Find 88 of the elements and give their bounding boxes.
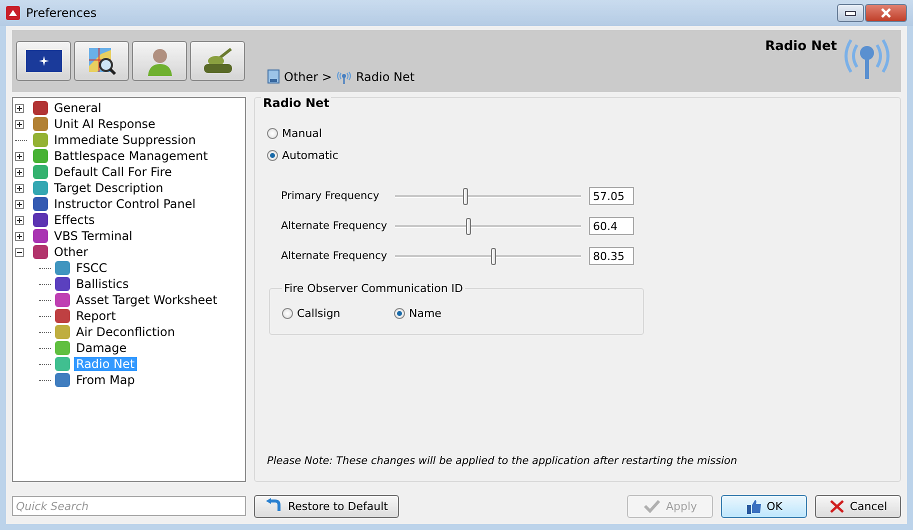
close-button[interactable] xyxy=(865,4,907,22)
tree-item-icon xyxy=(33,101,48,115)
value-field[interactable]: 57.05 xyxy=(589,187,634,205)
flag-button[interactable] xyxy=(16,41,71,81)
window-title: Preferences xyxy=(26,6,97,20)
tree-item[interactable]: VBS Terminal xyxy=(52,229,134,243)
expand-toggle[interactable] xyxy=(15,120,24,128)
map-search-button[interactable] xyxy=(74,41,129,81)
page-title: Radio Net xyxy=(765,38,837,54)
tree-item-icon xyxy=(55,325,70,339)
tree-item-icon xyxy=(55,309,70,323)
undo-icon xyxy=(265,498,283,514)
expand-toggle[interactable] xyxy=(15,200,24,208)
tank-button[interactable] xyxy=(190,41,245,81)
tree-item-icon xyxy=(33,181,48,195)
tree-item-icon xyxy=(33,117,48,131)
tree-item-icon xyxy=(33,245,48,259)
radio-button[interactable] xyxy=(267,128,278,139)
slider-label: Primary Frequency xyxy=(281,190,380,202)
radio-button[interactable] xyxy=(282,308,293,319)
slider-thumb[interactable] xyxy=(490,248,496,264)
map-search-icon xyxy=(86,46,116,76)
tree-item[interactable]: Ballistics xyxy=(74,277,131,291)
tree-item-icon xyxy=(33,133,48,147)
tree-item[interactable]: Asset Target Worksheet xyxy=(74,293,220,307)
tree-item-icon xyxy=(33,149,48,163)
tree-item[interactable]: Immediate Suppression xyxy=(52,133,198,147)
value-field[interactable]: 60.4 xyxy=(589,217,634,235)
breadcrumb-item[interactable]: Radio Net xyxy=(356,70,415,84)
tree-item-icon xyxy=(33,213,48,227)
tree-item-icon xyxy=(55,341,70,355)
radio-button[interactable] xyxy=(394,308,405,319)
checkmark-icon xyxy=(642,499,661,513)
tree-item-icon xyxy=(33,229,48,243)
tree-item[interactable]: Effects xyxy=(52,213,97,227)
flag-icon xyxy=(26,50,62,72)
breadcrumb-item[interactable]: Other > xyxy=(284,70,332,84)
tree-item[interactable]: Damage xyxy=(74,341,129,355)
app-icon xyxy=(6,6,20,20)
tree-item[interactable]: General xyxy=(52,101,104,115)
tree-item[interactable]: Unit AI Response xyxy=(52,117,158,131)
tree-item-icon xyxy=(55,373,70,387)
radio-label: Automatic xyxy=(282,149,338,162)
tree-item-icon xyxy=(55,277,70,291)
expand-toggle[interactable] xyxy=(15,104,24,112)
tree-item-icon xyxy=(55,357,70,371)
slider-label: Alternate Frequency xyxy=(281,220,388,232)
tree-item[interactable]: Instructor Control Panel xyxy=(52,197,198,211)
tree-item[interactable]: Battlespace Management xyxy=(52,149,210,163)
slider-thumb[interactable] xyxy=(466,218,472,234)
radio-label: Name xyxy=(409,307,442,320)
minimize-button[interactable] xyxy=(837,4,864,22)
tree-item[interactable]: Other xyxy=(52,245,90,259)
value-field[interactable]: 80.35 xyxy=(589,247,634,265)
expand-toggle[interactable] xyxy=(15,232,24,240)
cancel-button[interactable]: Cancel xyxy=(815,494,901,518)
tree-item[interactable]: Report xyxy=(74,309,118,323)
radio-label: Manual xyxy=(282,127,322,140)
tree-item-icon xyxy=(55,261,70,275)
collapse-toggle[interactable] xyxy=(15,248,24,256)
tree-item-icon xyxy=(55,293,70,307)
expand-toggle[interactable] xyxy=(15,184,24,192)
tree-item[interactable]: Target Description xyxy=(52,181,166,195)
tree-item[interactable]: Air Deconfliction xyxy=(74,325,177,339)
tree-item-icon xyxy=(33,165,48,179)
expand-toggle[interactable] xyxy=(15,168,24,176)
tree-item[interactable]: FSCC xyxy=(74,261,110,275)
group-title: Fire Observer Communication ID xyxy=(283,282,464,295)
note-text: Please Note: These changes will be applied to the application after restarting the mission xyxy=(267,455,738,467)
section-title: Radio Net xyxy=(261,96,332,110)
antenna-icon xyxy=(336,70,352,84)
tree-item[interactable]: From Map xyxy=(74,373,137,387)
slider-thumb[interactable] xyxy=(462,188,468,204)
restore-button[interactable]: Restore to Default xyxy=(254,494,399,518)
search-field[interactable]: Quick Search xyxy=(12,496,246,516)
ok-button[interactable]: OK xyxy=(721,494,807,518)
antenna-icon xyxy=(843,36,891,80)
document-icon xyxy=(267,69,280,84)
close-icon xyxy=(880,8,892,18)
tree-item-icon xyxy=(33,197,48,211)
radio-label: Callsign xyxy=(297,307,340,320)
radio-button[interactable] xyxy=(267,150,278,161)
slider-label: Alternate Frequency xyxy=(281,250,388,262)
tree-item[interactable]: Default Call For Fire xyxy=(52,165,174,179)
thumbs-up-icon xyxy=(746,498,762,514)
close-icon xyxy=(828,498,845,514)
expand-toggle[interactable] xyxy=(15,216,24,224)
expand-toggle[interactable] xyxy=(15,152,24,160)
